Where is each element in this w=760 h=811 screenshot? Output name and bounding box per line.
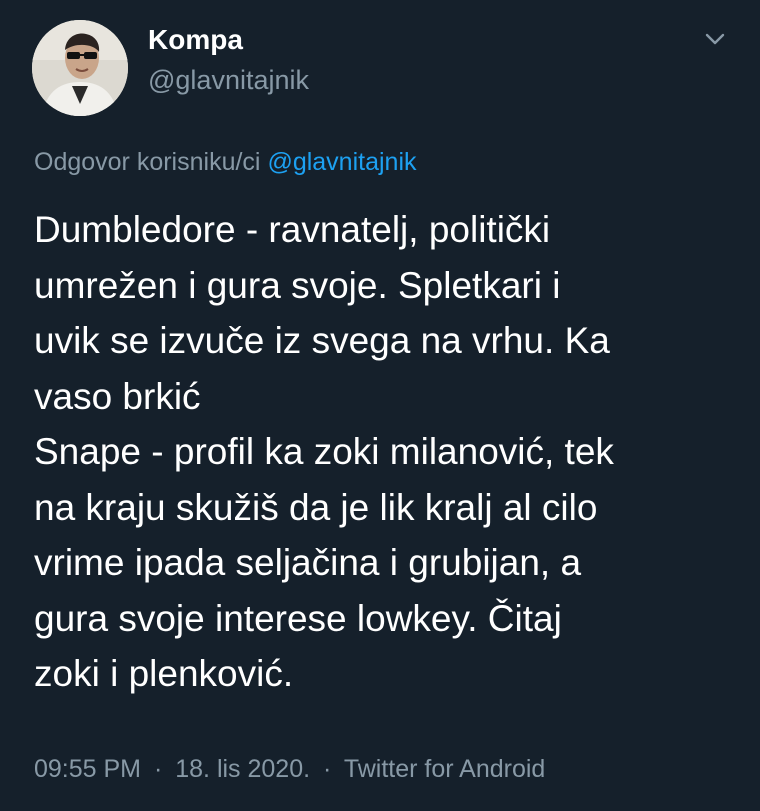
tweet-text-line: na kraju skužiš da je lik kralj al cilo [34,486,598,528]
author-display-name[interactable]: Kompa [148,22,243,58]
tweet-time[interactable]: 09:55 PM [34,755,141,783]
tweet-date[interactable]: 18. lis 2020. [175,755,310,783]
tweet-text-line: Dumbledore - ravnatelj, politički [34,209,551,250]
tweet-text-line: gura svoje interese lowkey. Čitaj [34,597,562,639]
tweet-text-line: vrime ipada seljačina i grubijan, a [34,542,582,583]
reply-context: Odgovor korisniku/ci @glavnitajnik [34,146,417,178]
avatar-photo-icon [32,20,128,116]
author-handle[interactable]: @glavnitajnik [148,63,309,97]
tweet-source[interactable]: Twitter for Android [344,755,545,783]
tweet-text-line: uvik se izvuče iz svega na vrhu. Ka [34,320,610,361]
meta-separator: · [153,755,163,783]
tweet-meta: 09:55 PM · 18. lis 2020. · Twitter for A… [34,752,545,786]
tweet-text-line: zoki i plenković. [34,653,294,694]
tweet-text: Dumbledore - ravnatelj, politički umreže… [34,202,734,702]
meta-separator: · [323,755,332,783]
avatar[interactable] [32,20,128,116]
reply-prefix: Odgovor korisniku/ci [34,148,261,176]
tweet-text-line: Snape - profil ka zoki milanović, tek [34,431,614,472]
reply-mention-link[interactable]: @glavnitajnik [267,148,416,176]
tweet-text-line: vaso brkić [34,375,201,417]
chevron-down-icon[interactable] [700,24,730,54]
tweet-card: Kompa @glavnitajnik Odgovor korisniku/ci… [0,0,760,811]
tweet-text-line: umrežen i gura svoje. Spletkari i [34,264,561,306]
